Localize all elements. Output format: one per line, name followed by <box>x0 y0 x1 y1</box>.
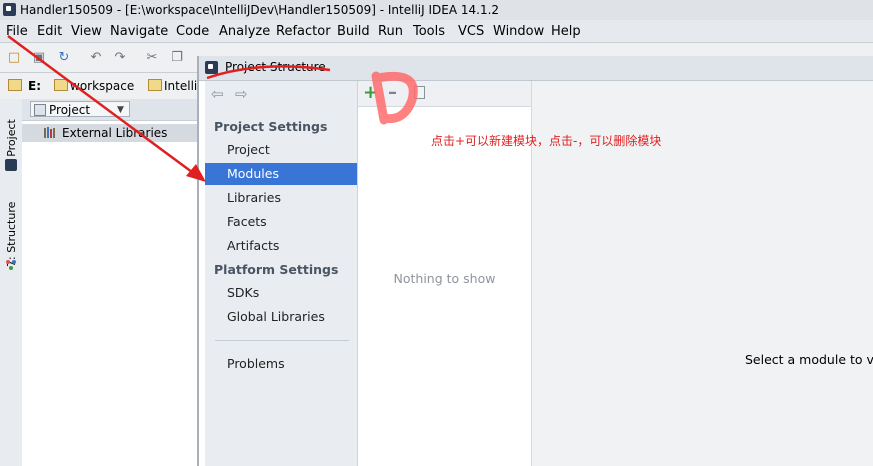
annotation-arrow-line <box>7 34 201 180</box>
annotation-arrowhead <box>186 164 206 182</box>
annotation-d-mark <box>371 71 418 125</box>
annotation-underline <box>206 65 331 80</box>
annotation-text: 点击+可以新建模块，点击-，可以删除模块 <box>431 134 662 148</box>
annotation-overlay <box>7 34 418 182</box>
